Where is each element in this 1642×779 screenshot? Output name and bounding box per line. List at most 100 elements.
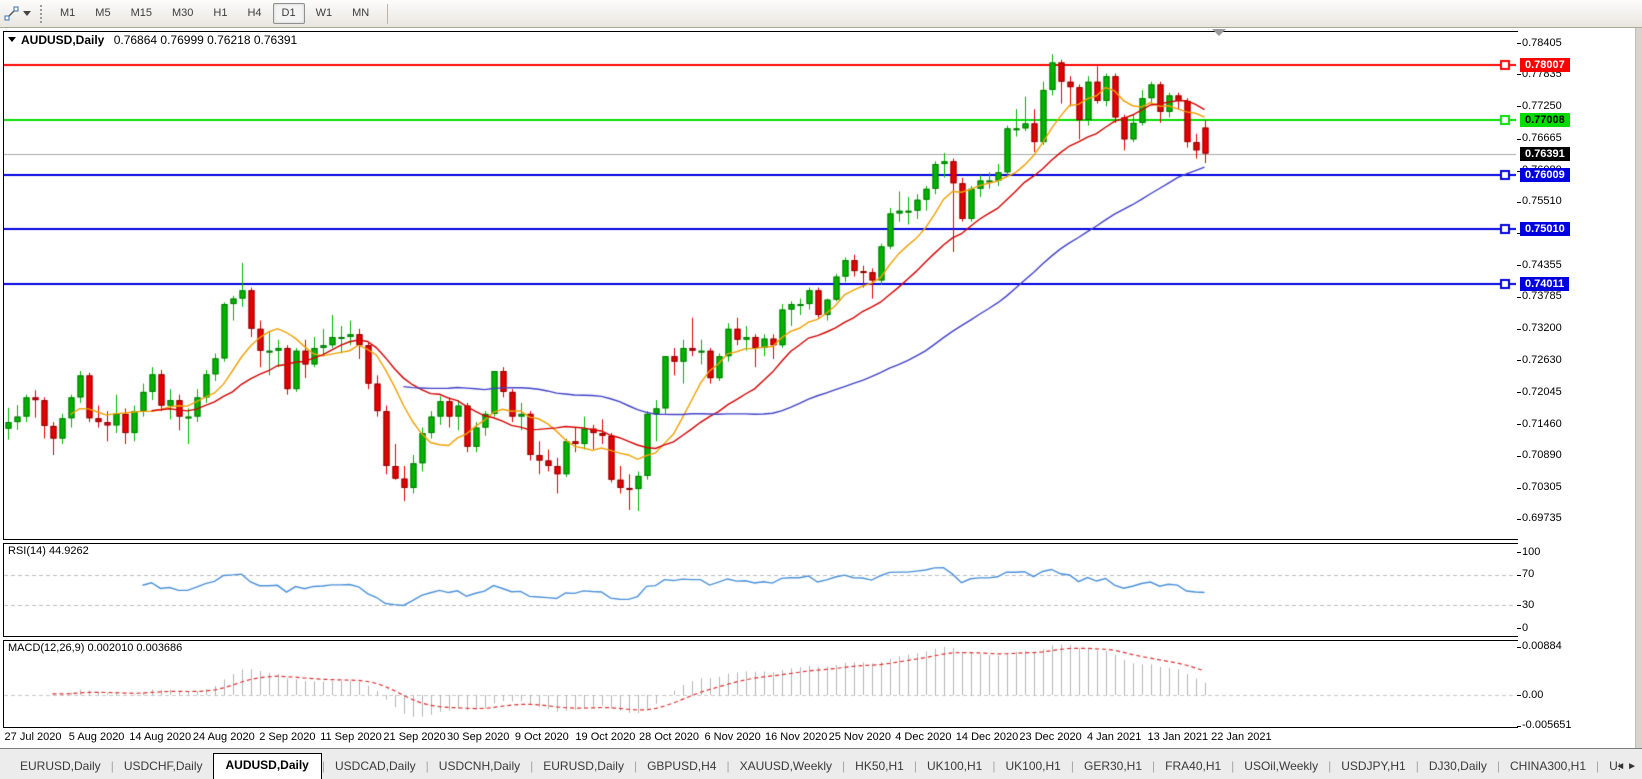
collapse-icon[interactable]: [8, 37, 16, 42]
date-tick-label: 28 Oct 2020: [639, 731, 699, 743]
timeframe-button-m1[interactable]: M1: [51, 3, 84, 24]
price-tick-label: 0.72630: [1522, 354, 1562, 366]
axis-tick: [1517, 695, 1521, 696]
date-tick-label: 4 Dec 2020: [895, 731, 951, 743]
toolbar-separator: [387, 4, 388, 24]
macd-tick-label: -0.005651: [1522, 719, 1572, 731]
axis-tick: [1517, 202, 1521, 203]
date-tick-label: 25 Nov 2020: [829, 731, 891, 743]
chart-tab[interactable]: USOil,Weekly: [1234, 756, 1328, 779]
axis-tick: [1517, 74, 1521, 75]
axis-tick: [1517, 424, 1521, 425]
toolbar-grip[interactable]: [39, 5, 44, 23]
autoscroll-marker-icon[interactable]: [1212, 29, 1226, 36]
chart-tab[interactable]: XAUUSD,Weekly: [730, 756, 842, 779]
date-tick-label: 24 Aug 2020: [193, 731, 255, 743]
price-tick-label: 0.76665: [1522, 132, 1562, 144]
price-tick-label: 0.73785: [1522, 290, 1562, 302]
axis-tick: [1517, 456, 1521, 457]
price-level-badge: 0.75010: [1520, 222, 1570, 236]
timeframe-button-m30[interactable]: M30: [163, 3, 202, 24]
date-tick-label: 11 Sep 2020: [320, 731, 382, 743]
rsi-canvas[interactable]: [4, 544, 1516, 634]
macd-panel[interactable]: [3, 640, 1519, 728]
tab-scroll-left-icon[interactable]: ◄: [1615, 761, 1627, 772]
date-tick-label: 4 Jan 2021: [1087, 731, 1141, 743]
date-tick-label: 30 Sep 2020: [447, 731, 509, 743]
chart-tab[interactable]: GER30,H1: [1074, 756, 1152, 779]
timeframe-bar: M1M5M15M30H1H4D1W1MN: [50, 3, 379, 24]
chart-tab[interactable]: UK100,H1: [995, 756, 1070, 779]
macd-tick-label: 0.00: [1522, 689, 1543, 701]
top-toolbar: M1M5M15M30H1H4D1W1MN: [0, 0, 1642, 28]
chart-tab[interactable]: HK50,H1: [845, 756, 914, 779]
tab-scroll-arrows: ◄►: [1615, 761, 1639, 772]
rsi-tick-label: 30: [1522, 599, 1534, 611]
chart-tab[interactable]: USDCAD,Daily: [325, 756, 426, 779]
chart-tab[interactable]: EURUSD,Daily: [10, 756, 111, 779]
axis-tick: [1517, 628, 1521, 629]
chart-ohlc-values: 0.76864 0.76999 0.76218 0.76391: [114, 33, 298, 47]
date-tick-label: 2 Sep 2020: [259, 731, 315, 743]
chart-tab[interactable]: AUDUSD,Daily: [213, 753, 322, 779]
timeframe-button-h4[interactable]: H4: [238, 3, 270, 24]
rsi-panel[interactable]: [3, 543, 1519, 637]
axis-tick: [1517, 139, 1521, 140]
price-tick-label: 0.74355: [1522, 259, 1562, 271]
chart-tab[interactable]: EURUSD,Daily: [533, 756, 634, 779]
date-tick-label: 21 Sep 2020: [383, 731, 445, 743]
chart-tab[interactable]: CHINA300,H1: [1500, 756, 1596, 779]
tab-scroll-right-icon[interactable]: ►: [1627, 761, 1639, 772]
rsi-label: RSI(14) 44.9262: [8, 545, 89, 557]
chart-tab[interactable]: DJ30,Daily: [1419, 756, 1497, 779]
price-tick-label: 0.72045: [1522, 386, 1562, 398]
date-tick-label: 14 Dec 2020: [956, 731, 1018, 743]
price-chart-panel[interactable]: [3, 31, 1519, 540]
rsi-tick-label: 70: [1522, 568, 1534, 580]
timeframe-button-m5[interactable]: M5: [86, 3, 119, 24]
price-level-badge: 0.76009: [1520, 168, 1570, 182]
date-tick-label: 9 Oct 2020: [515, 731, 569, 743]
chart-tab[interactable]: GBPUSD,H4: [637, 756, 726, 779]
line-tool-icon: [4, 6, 20, 22]
timeframe-button-h1[interactable]: H1: [204, 3, 236, 24]
axis-tick: [1517, 265, 1521, 266]
chevron-down-icon[interactable]: [23, 11, 31, 16]
axis-tick: [1517, 552, 1521, 553]
chart-tab-bar: EURUSD,Daily|USDCHF,DailyAUDUSD,Daily|US…: [0, 748, 1642, 779]
timeframe-button-m15[interactable]: M15: [122, 3, 161, 24]
price-tick-label: 0.71460: [1522, 418, 1562, 430]
chart-tab[interactable]: USDJPY,H1: [1331, 756, 1415, 779]
timeframe-button-mn[interactable]: MN: [343, 3, 378, 24]
rsi-tick-label: 100: [1522, 546, 1540, 558]
line-tool-button[interactable]: [4, 6, 31, 22]
price-level-badge: 0.78007: [1520, 58, 1570, 72]
axis-tick: [1517, 647, 1521, 648]
timeframe-button-d1[interactable]: D1: [273, 3, 305, 24]
rsi-tick-label: 0: [1522, 622, 1528, 634]
price-tick-label: 0.77250: [1522, 100, 1562, 112]
axis-tick: [1517, 329, 1521, 330]
date-tick-label: 6 Nov 2020: [704, 731, 760, 743]
axis-tick: [1517, 575, 1521, 576]
price-level-badge: 0.77008: [1520, 113, 1570, 127]
chart-tab[interactable]: USDCHF,Daily: [114, 756, 213, 779]
macd-label: MACD(12,26,9) 0.002010 0.003686: [8, 642, 182, 654]
axis-tick: [1517, 726, 1521, 727]
axis-tick: [1517, 43, 1521, 44]
date-tick-label: 16 Nov 2020: [765, 731, 827, 743]
date-tick-label: 13 Jan 2021: [1148, 731, 1209, 743]
date-tick-label: 5 Aug 2020: [69, 731, 125, 743]
price-tick-label: 0.78405: [1522, 37, 1562, 49]
price-chart-canvas[interactable]: [4, 32, 1516, 537]
axis-tick: [1517, 488, 1521, 489]
chart-tab[interactable]: USDCNH,Daily: [429, 756, 530, 779]
timeframe-button-w1[interactable]: W1: [307, 3, 342, 24]
axis-tick: [1517, 106, 1521, 107]
chart-tab[interactable]: FRA40,H1: [1155, 756, 1231, 779]
price-level-badge: 0.76391: [1520, 147, 1570, 161]
chart-tab[interactable]: UK100,H1: [917, 756, 992, 779]
macd-canvas[interactable]: [4, 641, 1516, 725]
price-tick-label: 0.69735: [1522, 512, 1562, 524]
vertical-scrollbar[interactable]: [1635, 28, 1642, 748]
